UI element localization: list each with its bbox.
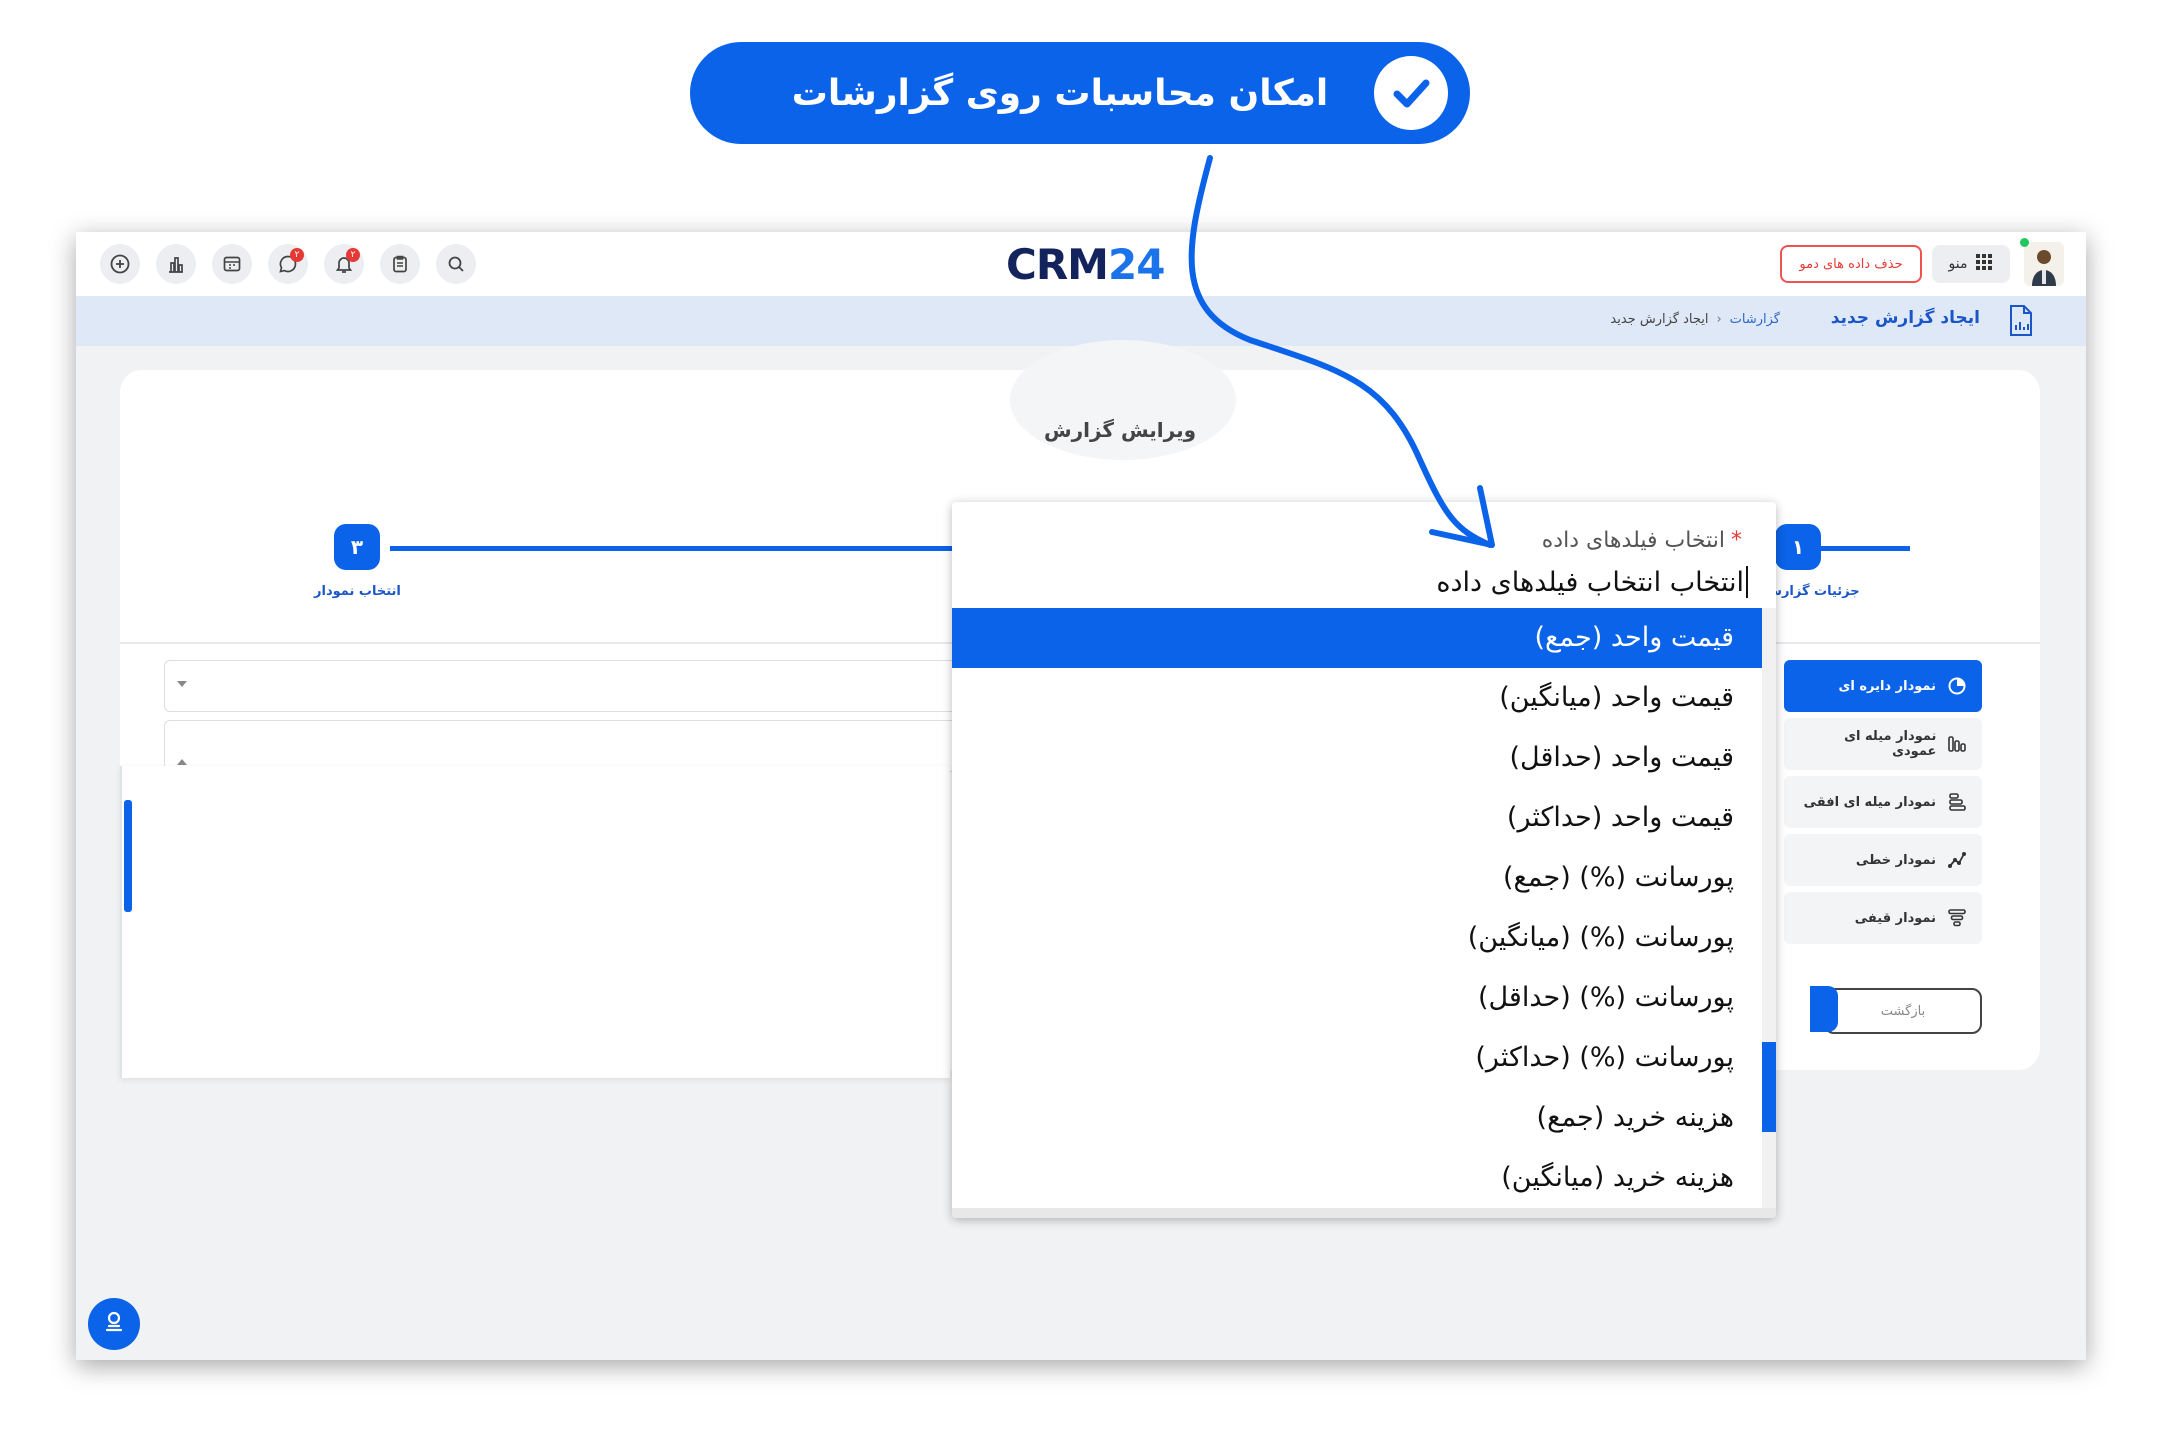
line-chart-icon [1946, 849, 1968, 871]
support-icon [100, 1308, 128, 1340]
caret-down-icon [177, 681, 187, 687]
data-fields-dropdown: *انتخاب فیلدهای داده انتخاب انتخاب فیلده… [952, 502, 1776, 1218]
banner-title: امکان محاسبات روی گزارشات [791, 72, 1329, 114]
check-circle-icon [1374, 56, 1448, 130]
dropdown-option[interactable]: پورسانت (%) (حداقل) [952, 968, 1762, 1028]
next-button[interactable] [1810, 986, 1838, 1032]
back-button[interactable]: بازگشت [1824, 988, 1982, 1034]
dropdown-option[interactable]: قیمت واحد (جمع) [952, 608, 1762, 668]
required-mark: * [1731, 528, 1742, 553]
data-fields-search-input[interactable]: انتخاب انتخاب فیلدهای داده [1436, 566, 1748, 598]
clipboard-icon[interactable] [380, 244, 420, 284]
add-icon[interactable] [100, 244, 140, 284]
chevron-left-icon: ‹ [1716, 312, 1722, 327]
panel-scrollbar[interactable] [124, 800, 132, 912]
online-status-dot [2020, 238, 2029, 247]
dropdown-option[interactable]: هزینه خرید (میانگین) [952, 1148, 1762, 1208]
card-title: ویرایش گزارش [1043, 418, 1197, 442]
chat-icon[interactable]: ۲ [268, 244, 308, 284]
dropdown-scroll-thumb[interactable] [1762, 1042, 1776, 1132]
field-select-1[interactable] [164, 660, 994, 712]
field-select-2[interactable] [164, 720, 994, 772]
dropdown-option[interactable]: پورسانت (%) (حداکثر) [952, 1028, 1762, 1088]
field-options-panel [120, 766, 950, 1078]
text-caret [1746, 566, 1748, 598]
support-button[interactable] [88, 1298, 140, 1350]
chart-type-vertical-bar[interactable]: نمودار میله ای عمودی [1784, 718, 1982, 770]
user-avatar[interactable] [2024, 242, 2064, 286]
feature-banner: امکان محاسبات روی گزارشات [690, 42, 1470, 144]
dropdown-option[interactable]: قیمت واحد (حداقل) [952, 728, 1762, 788]
dropdown-option[interactable]: هزینه خرید (جمع) [952, 1088, 1762, 1148]
crm24-logo: CRM 24 [1006, 239, 1165, 289]
breadcrumb-reports[interactable]: گزارشات [1730, 312, 1780, 327]
apps-grid-icon [1975, 253, 1993, 275]
report-file-icon [2006, 304, 2036, 338]
chart-type-line[interactable]: نمودار خطی [1784, 834, 1982, 886]
dropdown-label: *انتخاب فیلدهای داده [1541, 528, 1742, 553]
search-icon[interactable] [436, 244, 476, 284]
chart-type-pie[interactable]: نمودار دایره ای [1784, 660, 1982, 712]
dropdown-options: قیمت واحد (جمع) قیمت واحد (میانگین) قیمت… [952, 608, 1762, 1208]
chart-type-list: نمودار دایره ای نمودار میله ای عمودی نمو… [1784, 660, 1982, 950]
funnel-chart-icon [1946, 907, 1968, 929]
chart-type-funnel[interactable]: نمودار قیفی [1784, 892, 1982, 944]
dropdown-option[interactable]: پورسانت (%) (میانگین) [952, 908, 1762, 968]
step-1-label: جزئیات گزارش [1764, 584, 1860, 599]
caret-up-icon [177, 759, 187, 765]
bell-badge: ۲ [346, 248, 360, 262]
page-title: ایجاد گزارش جدید [1830, 308, 1980, 328]
dropdown-bottom-edge [952, 1208, 1776, 1218]
reports-icon[interactable] [156, 244, 196, 284]
bar-chart-icon [1946, 733, 1968, 755]
dropdown-option[interactable]: پورسانت (%) (جمع) [952, 848, 1762, 908]
bell-icon[interactable]: ۲ [324, 244, 364, 284]
page-header: ایجاد گزارش جدید گزارشات ‹ ایجاد گزارش ج… [76, 296, 2086, 346]
title-tab-bg [1010, 340, 1236, 460]
step-3-label: انتخاب نمودار [314, 584, 401, 599]
dropdown-option[interactable]: قیمت واحد (میانگین) [952, 668, 1762, 728]
hbar-chart-icon [1946, 791, 1968, 813]
pie-chart-icon [1946, 675, 1968, 697]
dropdown-option[interactable]: قیمت واحد (حداکثر) [952, 788, 1762, 848]
breadcrumb: گزارشات ‹ ایجاد گزارش جدید [1610, 312, 1780, 327]
chart-type-horizontal-bar[interactable]: نمودار میله ای افقی [1784, 776, 1982, 828]
calendar-icon[interactable] [212, 244, 252, 284]
breadcrumb-current: ایجاد گزارش جدید [1610, 312, 1709, 327]
chat-badge: ۲ [290, 248, 304, 262]
menu-label: منو [1948, 256, 1968, 272]
step-3[interactable]: ۳ [334, 524, 380, 570]
step-1[interactable]: ۱ [1775, 524, 1821, 570]
menu-button[interactable]: منو [1932, 245, 2010, 283]
delete-demo-data-button[interactable]: حذف داده های دمو [1780, 245, 1922, 283]
top-bar: ۲ ۲ CRM 24 حذف داده های دمو منو [76, 232, 2086, 296]
